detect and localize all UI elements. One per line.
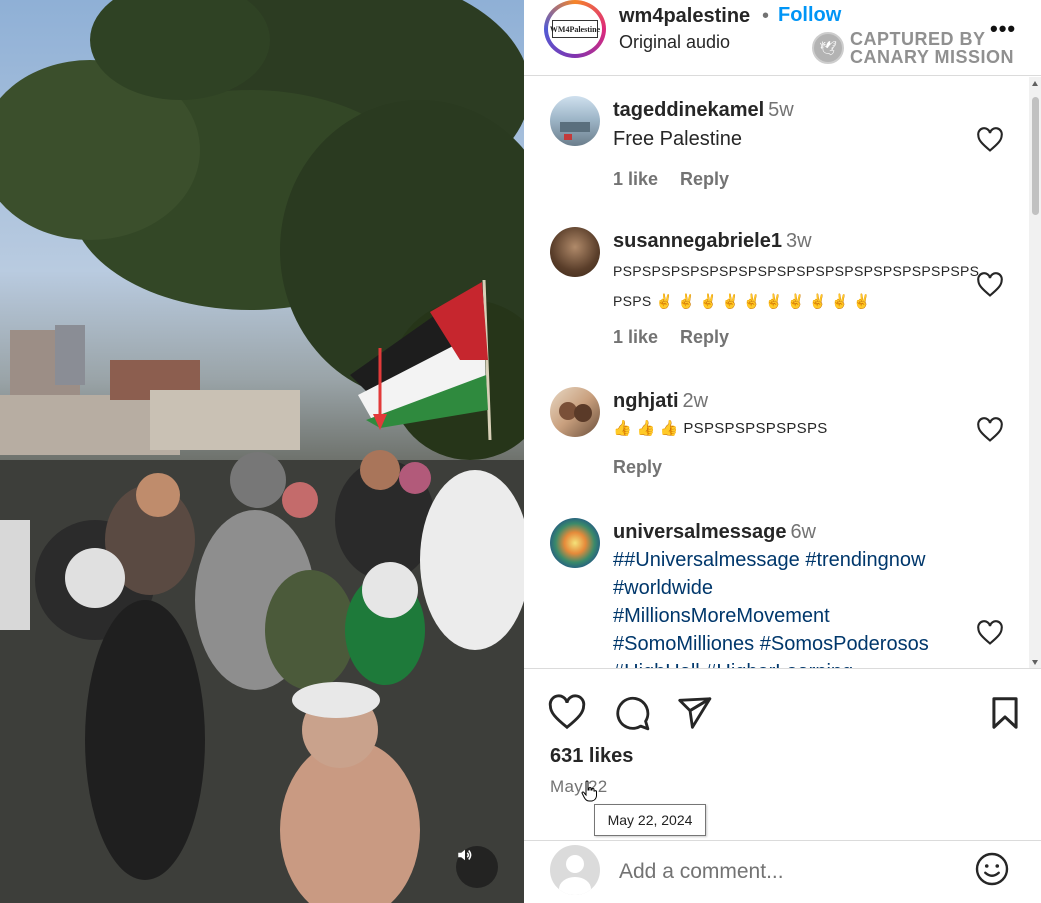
comment-item: nghjati 2w 👍 👍 👍 PSPSPSPSPSPSPS Reply bbox=[524, 367, 1029, 502]
comment-username[interactable]: tageddinekamel 5w bbox=[613, 99, 794, 122]
likes-count[interactable]: 631 likes bbox=[550, 745, 633, 768]
comments-list[interactable]: tageddinekamel 5w Free Palestine 1 like Re… bbox=[524, 77, 1041, 669]
comment-time: 2w bbox=[682, 390, 709, 412]
comment-time: 6w bbox=[790, 521, 817, 543]
comment-avatar[interactable] bbox=[550, 387, 600, 437]
watermark-line1: CAPTURED BY bbox=[850, 29, 986, 49]
separator-dot: • bbox=[762, 5, 770, 27]
reply-button[interactable]: Reply bbox=[613, 457, 662, 477]
hashtag-line[interactable]: #SomoMilliones #SomosPoderosos bbox=[613, 630, 983, 658]
share-icon[interactable] bbox=[675, 694, 713, 732]
scrollbar-thumb[interactable] bbox=[1032, 97, 1039, 215]
volume-icon bbox=[458, 849, 472, 861]
watermark-line2: CANARY MISSION bbox=[850, 47, 1015, 67]
heart-icon[interactable] bbox=[976, 620, 1004, 646]
follow-button[interactable]: Follow bbox=[778, 4, 841, 27]
comment-meta: 1 like Reply bbox=[613, 169, 751, 190]
comment-text: ##Universalmessage #trendingnow #worldwi… bbox=[613, 546, 983, 668]
mute-toggle-button[interactable] bbox=[456, 846, 498, 888]
comment-likes[interactable]: 1 like bbox=[613, 327, 658, 347]
owner-logo: WM4Palestine bbox=[550, 20, 600, 38]
owner-username[interactable]: wm4palestine bbox=[619, 5, 750, 28]
post-header: WM4Palestine wm4palestine • Follow Origi… bbox=[524, 0, 1041, 76]
hashtag-line[interactable]: #HighHall #HigherLearning bbox=[613, 658, 983, 668]
comment-text-line2: PSPS ✌️ ✌️ ✌️ ✌️ ✌️ ✌️ ✌️ ✌️ ✌️ ✌️ bbox=[613, 293, 871, 309]
video-frame bbox=[0, 0, 524, 903]
hashtag-line[interactable]: #MillionsMoreMovement bbox=[613, 602, 983, 630]
comment-avatar[interactable] bbox=[550, 96, 600, 146]
comment-item: susannegabriele1 3w PSPSPSPSPSPSPSPSPSPSP… bbox=[524, 207, 1029, 367]
reply-button[interactable]: Reply bbox=[680, 327, 729, 347]
comment-likes[interactable]: 1 like bbox=[613, 169, 658, 189]
user-avatar bbox=[550, 845, 600, 895]
hand-cursor-icon bbox=[581, 780, 597, 802]
comment-time: 5w bbox=[768, 99, 794, 121]
comment-avatar[interactable] bbox=[550, 227, 600, 277]
audio-label[interactable]: Original audio bbox=[619, 32, 730, 53]
date-tooltip: May 22, 2024 bbox=[594, 804, 706, 836]
post-date[interactable]: May 22 bbox=[550, 777, 608, 797]
video-player[interactable] bbox=[0, 0, 524, 903]
watermark: 🕊 CAPTURED BY CANARY MISSION bbox=[812, 30, 1014, 66]
comment-avatar[interactable] bbox=[550, 518, 600, 568]
like-heart-icon[interactable] bbox=[548, 694, 586, 732]
comment-text: Free Palestine bbox=[613, 128, 742, 150]
hashtag-line[interactable]: ##Universalmessage #trendingnow bbox=[613, 546, 983, 574]
comment-item: universalmessage 6w ##Universalmessage #t… bbox=[524, 502, 1029, 668]
comment-item: tageddinekamel 5w Free Palestine 1 like Re… bbox=[524, 77, 1029, 207]
heart-icon[interactable] bbox=[976, 127, 1004, 153]
heart-icon[interactable] bbox=[976, 272, 1004, 298]
comment-username[interactable]: susannegabriele1 3w bbox=[613, 230, 812, 253]
comment-text-line1: PSPSPSPSPSPSPSPSPSPSPSPSPSPSPSPSPSPSPS bbox=[613, 263, 980, 279]
comment-meta: Reply bbox=[613, 457, 684, 478]
scroll-down-arrow-icon[interactable] bbox=[1032, 660, 1038, 665]
comment-meta: 1 like Reply bbox=[613, 327, 751, 348]
scroll-up-arrow-icon[interactable] bbox=[1032, 81, 1038, 86]
add-comment-input[interactable] bbox=[619, 855, 959, 889]
heart-icon[interactable] bbox=[976, 417, 1004, 443]
comment-text: 👍 👍 👍 PSPSPSPSPSPSPS bbox=[613, 420, 828, 437]
comment-text: PSPSPSPSPSPSPSPSPSPSPSPSPSPSPSPSPSPSPS P… bbox=[613, 256, 980, 316]
owner-avatar[interactable]: WM4Palestine bbox=[544, 0, 606, 58]
comment-username[interactable]: universalmessage 6w bbox=[613, 521, 816, 544]
bookmark-icon[interactable] bbox=[986, 694, 1024, 732]
default-avatar-icon bbox=[559, 855, 591, 895]
hashtag-line[interactable]: #worldwide bbox=[613, 574, 983, 602]
comment-time: 3w bbox=[785, 230, 812, 252]
comment-username[interactable]: nghjati 2w bbox=[613, 390, 708, 413]
add-comment-bar bbox=[524, 840, 1041, 903]
comments-scrollbar[interactable] bbox=[1029, 77, 1041, 668]
canary-logo-icon: 🕊 bbox=[812, 32, 844, 64]
comment-icon[interactable] bbox=[613, 694, 651, 732]
post-actions: 631 likes May 22 May 22, 2024 bbox=[524, 670, 1041, 840]
post-panel: WM4Palestine wm4palestine • Follow Origi… bbox=[524, 0, 1041, 903]
watermark-text: CAPTURED BY CANARY MISSION bbox=[850, 30, 1014, 66]
reply-button[interactable]: Reply bbox=[680, 169, 729, 189]
emoji-icon[interactable] bbox=[974, 851, 1010, 887]
